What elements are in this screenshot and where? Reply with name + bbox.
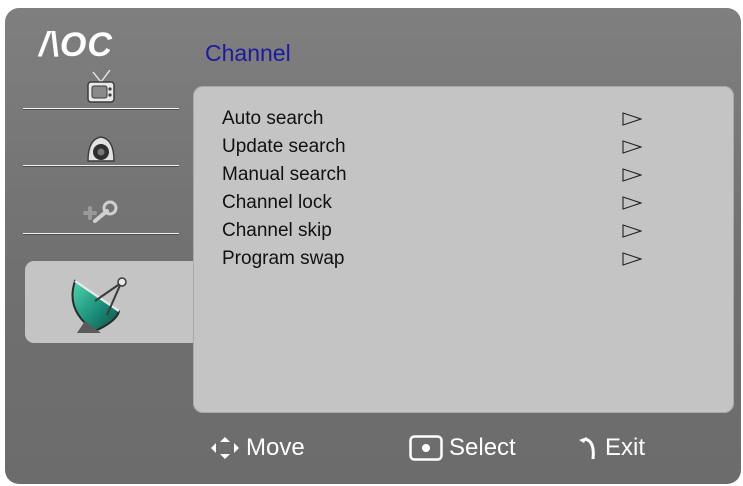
sidebar-item-setup[interactable] (23, 175, 179, 235)
menu-item-label: Update search (222, 136, 346, 157)
menu-item-label: Channel skip (222, 220, 332, 241)
menu-item-label: Manual search (222, 164, 347, 185)
play-arrow-icon (622, 224, 642, 238)
return-arrow-icon (579, 437, 595, 460)
footer-hints: Move Select Exit (5, 428, 741, 468)
sidebar-divider (23, 233, 179, 235)
satellite-dish-icon (71, 277, 127, 333)
play-arrow-icon (622, 252, 642, 266)
sidebar-item-channel[interactable] (25, 261, 200, 343)
speaker-icon (87, 136, 115, 162)
menu-item-channel-lock[interactable]: Channel lock (222, 189, 642, 217)
move-hint: Move (210, 428, 305, 468)
osd-window: /\OC Channel Auto search Update search M… (5, 8, 741, 484)
page-title: Channel (205, 40, 291, 66)
content-panel: Auto search Update search Manual search … (193, 86, 734, 413)
sidebar-item-audio[interactable] (23, 107, 179, 167)
channel-menu: Auto search Update search Manual search … (222, 105, 642, 273)
exit-hint: Exit (577, 428, 645, 468)
play-arrow-icon (622, 140, 642, 154)
select-hint: Select (409, 428, 516, 468)
tools-icon (83, 200, 118, 223)
menu-item-manual-search[interactable]: Manual search (222, 161, 642, 189)
play-arrow-icon (622, 196, 642, 210)
exit-label: Exit (605, 434, 646, 461)
menu-item-label: Channel lock (222, 192, 332, 213)
select-label: Select (449, 434, 516, 461)
play-arrow-icon (622, 112, 642, 126)
menu-item-auto-search[interactable]: Auto search (222, 105, 642, 133)
play-arrow-icon (622, 168, 642, 182)
menu-item-update-search[interactable]: Update search (222, 133, 642, 161)
menu-item-label: Program swap (222, 248, 345, 269)
sidebar-divider (23, 165, 179, 167)
move-label: Move (246, 434, 305, 461)
select-button-icon (409, 435, 443, 461)
sidebar-item-tv[interactable] (23, 50, 179, 110)
tv-icon (87, 70, 115, 103)
menu-item-channel-skip[interactable]: Channel skip (222, 217, 642, 245)
menu-item-program-swap[interactable]: Program swap (222, 245, 642, 273)
menu-item-label: Auto search (222, 108, 324, 129)
direction-arrows-icon (211, 437, 239, 459)
